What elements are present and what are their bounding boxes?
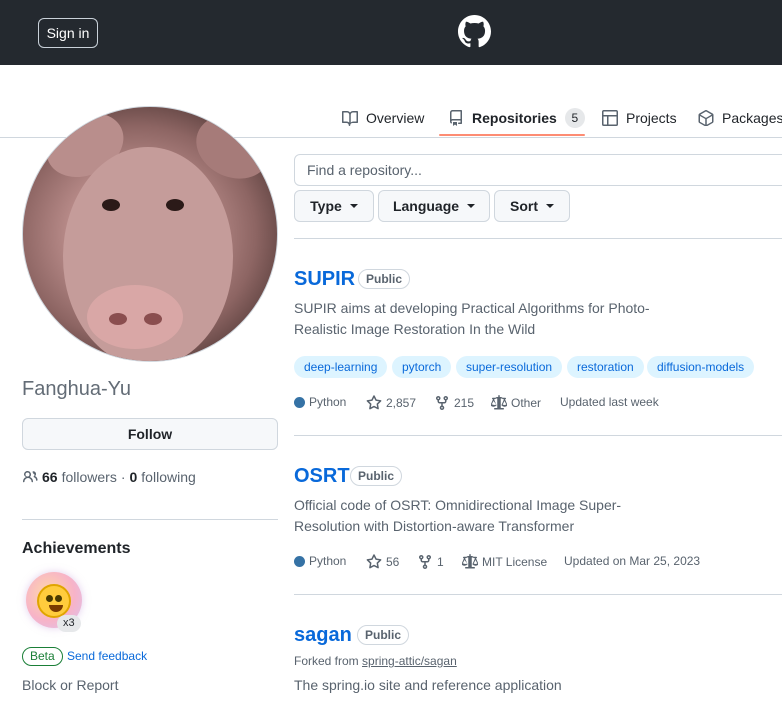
forks-link[interactable]: 1: [417, 554, 444, 570]
tab-repositories-label: Repositories: [472, 110, 557, 126]
list-divider: [294, 594, 782, 595]
people-icon: [22, 471, 38, 483]
achievements-heading[interactable]: Achievements: [22, 540, 131, 558]
star-icon: [366, 395, 382, 410]
tab-projects-label: Projects: [626, 110, 677, 126]
language-color-dot: [294, 396, 305, 408]
type-filter-label: Type: [310, 198, 342, 214]
tab-overview-label: Overview: [366, 110, 425, 126]
stars-link[interactable]: 2,857: [366, 395, 416, 411]
language-filter-button[interactable]: Language: [378, 190, 490, 222]
followers-count[interactable]: 66: [42, 469, 58, 485]
type-filter-button[interactable]: Type: [294, 190, 374, 222]
fork-icon: [436, 395, 448, 411]
avatar-pig-image: [46, 112, 270, 361]
sign-in-button[interactable]: Sign in: [38, 18, 98, 48]
forked-from-text: Forked from spring-attic/sagan: [294, 654, 457, 668]
stars-count: 56: [386, 555, 400, 569]
forked-from-prefix: Forked from: [294, 654, 359, 668]
license-label: Other: [511, 396, 542, 410]
send-feedback-link[interactable]: Send feedback: [67, 649, 147, 663]
stars-count: 2,857: [386, 396, 417, 410]
list-divider: [294, 238, 782, 239]
package-icon: [698, 110, 714, 126]
repo-description: The spring.io site and reference applica…: [294, 677, 562, 693]
github-logo-icon[interactable]: [458, 15, 491, 48]
license-info: MIT License: [462, 554, 547, 570]
stars-link[interactable]: 56: [366, 554, 399, 570]
license-label: MIT License: [482, 555, 548, 569]
topic-tag[interactable]: deep-learning: [294, 356, 388, 378]
language-color-dot: [294, 555, 305, 567]
repo-icon: [450, 110, 462, 126]
table-icon: [602, 110, 618, 126]
caret-down-icon: [467, 204, 476, 208]
topic-tag[interactable]: restoration: [567, 356, 644, 378]
license-info: Other: [491, 395, 541, 411]
following-label[interactable]: following: [141, 469, 195, 485]
fork-icon: [419, 554, 431, 570]
username: Fanghua-Yu: [22, 378, 131, 400]
topic-tag[interactable]: diffusion-models: [647, 356, 755, 378]
visibility-badge: Public: [357, 625, 410, 645]
followers-summary: 66 followers · 0 following: [22, 469, 196, 485]
forks-count: 215: [454, 396, 475, 410]
tab-packages-label: Packages: [722, 110, 782, 126]
language-label: Python: [309, 395, 347, 409]
language-label: Python: [309, 554, 347, 568]
updated-label: Updated last week: [560, 395, 659, 409]
updated-label: Updated on Mar 25, 2023: [564, 554, 701, 568]
law-icon: [491, 395, 507, 410]
find-repository-input[interactable]: [294, 154, 782, 186]
language-filter-label: Language: [392, 198, 460, 214]
starstruck-emoji-icon: [37, 584, 71, 618]
followers-label[interactable]: followers: [62, 469, 117, 485]
topic-tag[interactable]: pytorch: [392, 356, 452, 378]
repo-name-link[interactable]: sagan: [294, 624, 352, 647]
tab-projects[interactable]: Projects: [602, 101, 677, 135]
repo-description: Official code of OSRT: Omnidirectional I…: [294, 497, 622, 534]
sort-filter-button[interactable]: Sort: [494, 190, 570, 222]
book-icon: [342, 110, 358, 126]
topic-tag[interactable]: super-resolution: [456, 356, 563, 378]
caret-down-icon: [349, 204, 358, 208]
star-icon: [366, 554, 382, 569]
avatar[interactable]: [22, 106, 278, 362]
sort-filter-label: Sort: [510, 198, 538, 214]
achievement-count: x3: [57, 615, 81, 632]
tab-packages[interactable]: Packages: [698, 101, 782, 135]
repo-language: Python: [294, 395, 346, 409]
tab-overview[interactable]: Overview: [342, 101, 424, 135]
repo-language: Python: [294, 554, 346, 568]
repositories-count-badge: 5: [564, 108, 585, 128]
top-bar: Sign in: [0, 0, 782, 65]
active-tab-indicator: [439, 134, 585, 136]
repo-name-link[interactable]: OSRT: [294, 465, 350, 488]
following-count[interactable]: 0: [130, 469, 138, 485]
visibility-badge: Public: [358, 269, 411, 289]
tab-repositories[interactable]: Repositories 5: [448, 101, 585, 135]
forks-count: 1: [437, 555, 444, 569]
forks-link[interactable]: 215: [434, 395, 474, 411]
block-or-report-link[interactable]: Block or Report: [22, 677, 118, 693]
list-divider: [294, 435, 782, 436]
visibility-badge: Public: [350, 466, 403, 486]
follow-button[interactable]: Follow: [22, 418, 278, 450]
forked-from-link[interactable]: spring-attic/sagan: [362, 654, 457, 668]
repo-description: SUPIR aims at developing Practical Algor…: [294, 300, 650, 337]
followers-separator: ·: [120, 469, 126, 485]
law-icon: [462, 554, 478, 569]
sidebar-divider: [22, 519, 278, 520]
beta-badge: Beta: [22, 647, 63, 666]
repo-name-link[interactable]: SUPIR: [294, 268, 355, 291]
caret-down-icon: [546, 204, 554, 208]
